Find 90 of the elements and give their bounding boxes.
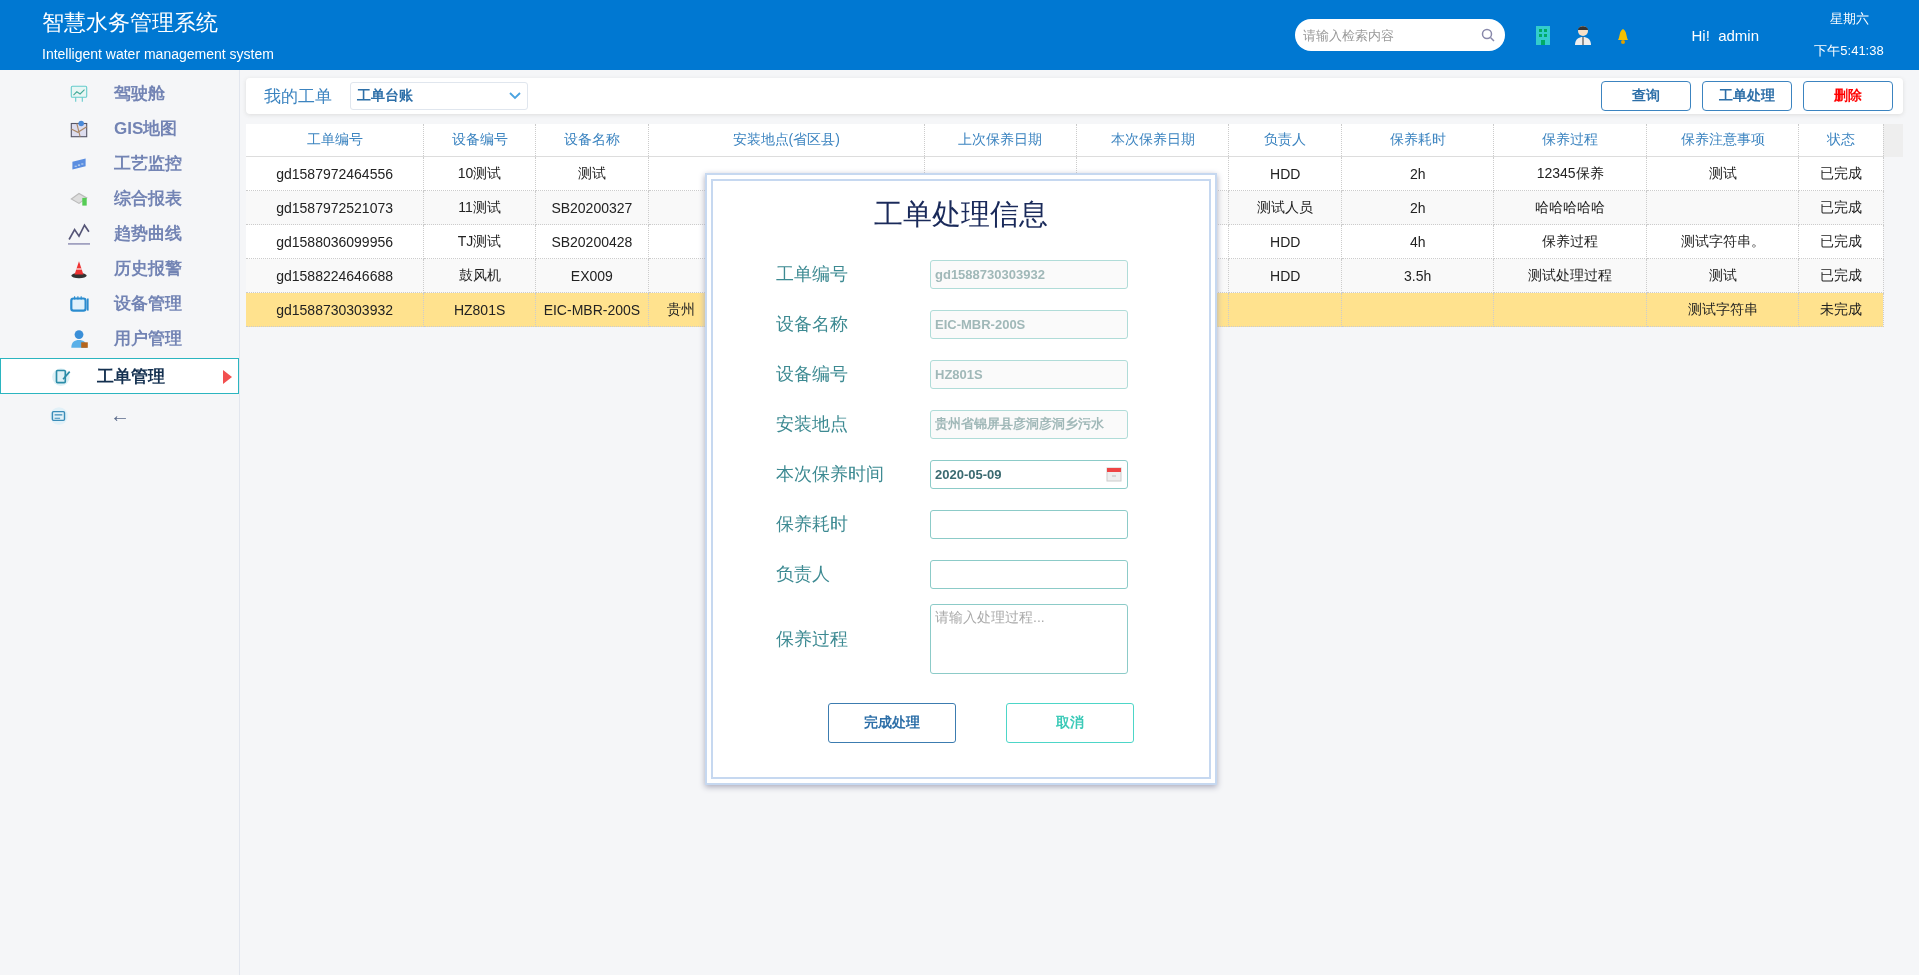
table-cell: 2h bbox=[1341, 190, 1494, 225]
field-label: 保养耗时 bbox=[776, 513, 849, 536]
user-icon[interactable] bbox=[1573, 24, 1594, 46]
sidebar-item[interactable]: 综合报表 bbox=[0, 181, 239, 216]
field-label: 安装地点 bbox=[776, 413, 849, 436]
greeting-text: Hi! admin bbox=[1691, 26, 1759, 44]
date-field[interactable]: 2020-05-09 bbox=[930, 459, 1128, 489]
sidebar-item[interactable]: 趋势曲线 bbox=[0, 216, 239, 251]
sidebar-item[interactable]: 历史报警 bbox=[0, 251, 239, 286]
column-header[interactable]: 本次保养日期 bbox=[1076, 124, 1229, 157]
weekday-text: 星期六 bbox=[1829, 10, 1869, 28]
page-title: 我的工单 bbox=[264, 85, 332, 108]
triangle-icon bbox=[223, 370, 232, 384]
table-cell: 测试 bbox=[1646, 156, 1799, 191]
table-cell: 测试人员 bbox=[1228, 190, 1342, 225]
toolbar-button[interactable]: 删除 bbox=[1803, 81, 1893, 111]
table-cell: SB20200327 bbox=[535, 190, 649, 225]
dialog-title: 工单处理信息 bbox=[874, 197, 1048, 232]
sidebar-item[interactable]: GIS地图 bbox=[0, 111, 239, 146]
sidebar-item[interactable]: 用户管理 bbox=[0, 321, 239, 356]
sidebar-item[interactable]: 设备管理 bbox=[0, 286, 239, 321]
order-icon bbox=[51, 365, 73, 387]
keyboard-icon bbox=[48, 404, 70, 427]
toolbar-button[interactable]: 工单处理 bbox=[1702, 81, 1792, 111]
text-area[interactable]: 请输入处理过程... bbox=[930, 604, 1128, 674]
column-header[interactable]: 安装地点(省区县) bbox=[648, 124, 925, 157]
column-header[interactable]: 工单编号 bbox=[246, 124, 424, 157]
table-cell: 哈哈哈哈哈 bbox=[1493, 190, 1647, 225]
chevron-icon bbox=[509, 92, 521, 100]
table-cell: 已完成 bbox=[1798, 190, 1884, 225]
column-header[interactable]: 设备名称 bbox=[535, 124, 649, 157]
sidebar-item[interactable]: 工单管理 bbox=[0, 358, 239, 394]
table-cell: 11测试 bbox=[423, 190, 536, 225]
field-label: 本次保养时间 bbox=[776, 463, 885, 486]
table-cell: 已完成 bbox=[1798, 224, 1884, 259]
time-text: 下午5:41:38 bbox=[1814, 42, 1884, 60]
table-cell: HDD bbox=[1228, 224, 1342, 259]
field-label: 负责人 bbox=[776, 563, 831, 586]
table-cell: 测试字符串 bbox=[1646, 292, 1799, 327]
table-cell: 4h bbox=[1341, 224, 1494, 259]
table-cell: 3.5h bbox=[1341, 258, 1494, 293]
table-cell: 12345保养 bbox=[1493, 156, 1647, 191]
column-header[interactable]: 上次保养日期 bbox=[924, 124, 1077, 157]
table-cell: HZ801S bbox=[423, 292, 536, 327]
table-cell: TJ测试 bbox=[423, 224, 536, 259]
column-header[interactable]: 状态 bbox=[1798, 124, 1884, 157]
column-header[interactable]: 保养耗时 bbox=[1341, 124, 1494, 157]
table-cell: HDD bbox=[1228, 258, 1342, 293]
table-cell: 测试字符串。 bbox=[1646, 224, 1799, 259]
table-cell: 测试 bbox=[1646, 258, 1799, 293]
table-cell: gd1587972521073 bbox=[246, 190, 424, 225]
table-cell: 未完成 bbox=[1798, 292, 1884, 327]
table-cell: 鼓风机 bbox=[423, 258, 536, 293]
table-cell: gd1587972464556 bbox=[246, 156, 424, 191]
table-cell: 已完成 bbox=[1798, 258, 1884, 293]
table-cell: EIC-MBR-200S bbox=[535, 292, 649, 327]
table-cell: 保养过程 bbox=[1493, 224, 1647, 259]
column-header[interactable]: 保养注意事项 bbox=[1646, 124, 1799, 157]
table-cell: 测试 bbox=[535, 156, 649, 191]
sidebar-item[interactable]: 工艺监控 bbox=[0, 146, 239, 181]
table-cell: 10测试 bbox=[423, 156, 536, 191]
field-label: 工单编号 bbox=[776, 263, 849, 286]
table-cell: EX009 bbox=[535, 258, 649, 293]
column-header[interactable]: 负责人 bbox=[1228, 124, 1342, 157]
table-cell: SB20200428 bbox=[535, 224, 649, 259]
column-header[interactable]: 设备编号 bbox=[423, 124, 536, 157]
search-field[interactable]: 请输入检索内容 bbox=[1295, 19, 1506, 51]
table-cell: gd1588730303932 bbox=[246, 292, 424, 327]
table-cell: 测试处理过程 bbox=[1493, 258, 1647, 293]
submit-button[interactable]: 完成处理 bbox=[828, 703, 956, 743]
table-cell: HDD bbox=[1228, 156, 1342, 191]
calendar-icon[interactable] bbox=[1106, 465, 1122, 482]
dropdown[interactable]: 工单台账 bbox=[350, 82, 528, 110]
search-icon[interactable] bbox=[1481, 28, 1496, 42]
sidebar-item[interactable]: ← bbox=[0, 398, 239, 433]
table-cell: 已完成 bbox=[1798, 156, 1884, 191]
input-field[interactable] bbox=[930, 559, 1128, 589]
table-cell: gd1588036099956 bbox=[246, 224, 424, 259]
app-title: 智慧水务管理系统 bbox=[42, 9, 219, 37]
column-header[interactable]: 保养过程 bbox=[1493, 124, 1647, 157]
table-cell: gd1588224646688 bbox=[246, 258, 424, 293]
table-cell: 2h bbox=[1341, 156, 1494, 191]
input-field[interactable] bbox=[930, 509, 1128, 539]
field-label: 保养过程 bbox=[776, 628, 849, 651]
toolbar-button[interactable]: 查询 bbox=[1601, 81, 1691, 111]
trend-icon bbox=[68, 222, 90, 245]
app-subtitle: Intelligent water management system bbox=[42, 46, 275, 62]
sidebar-item[interactable]: 驾驶舱 bbox=[0, 76, 239, 111]
user-icon bbox=[68, 327, 90, 350]
field-label: 设备编号 bbox=[776, 363, 849, 386]
